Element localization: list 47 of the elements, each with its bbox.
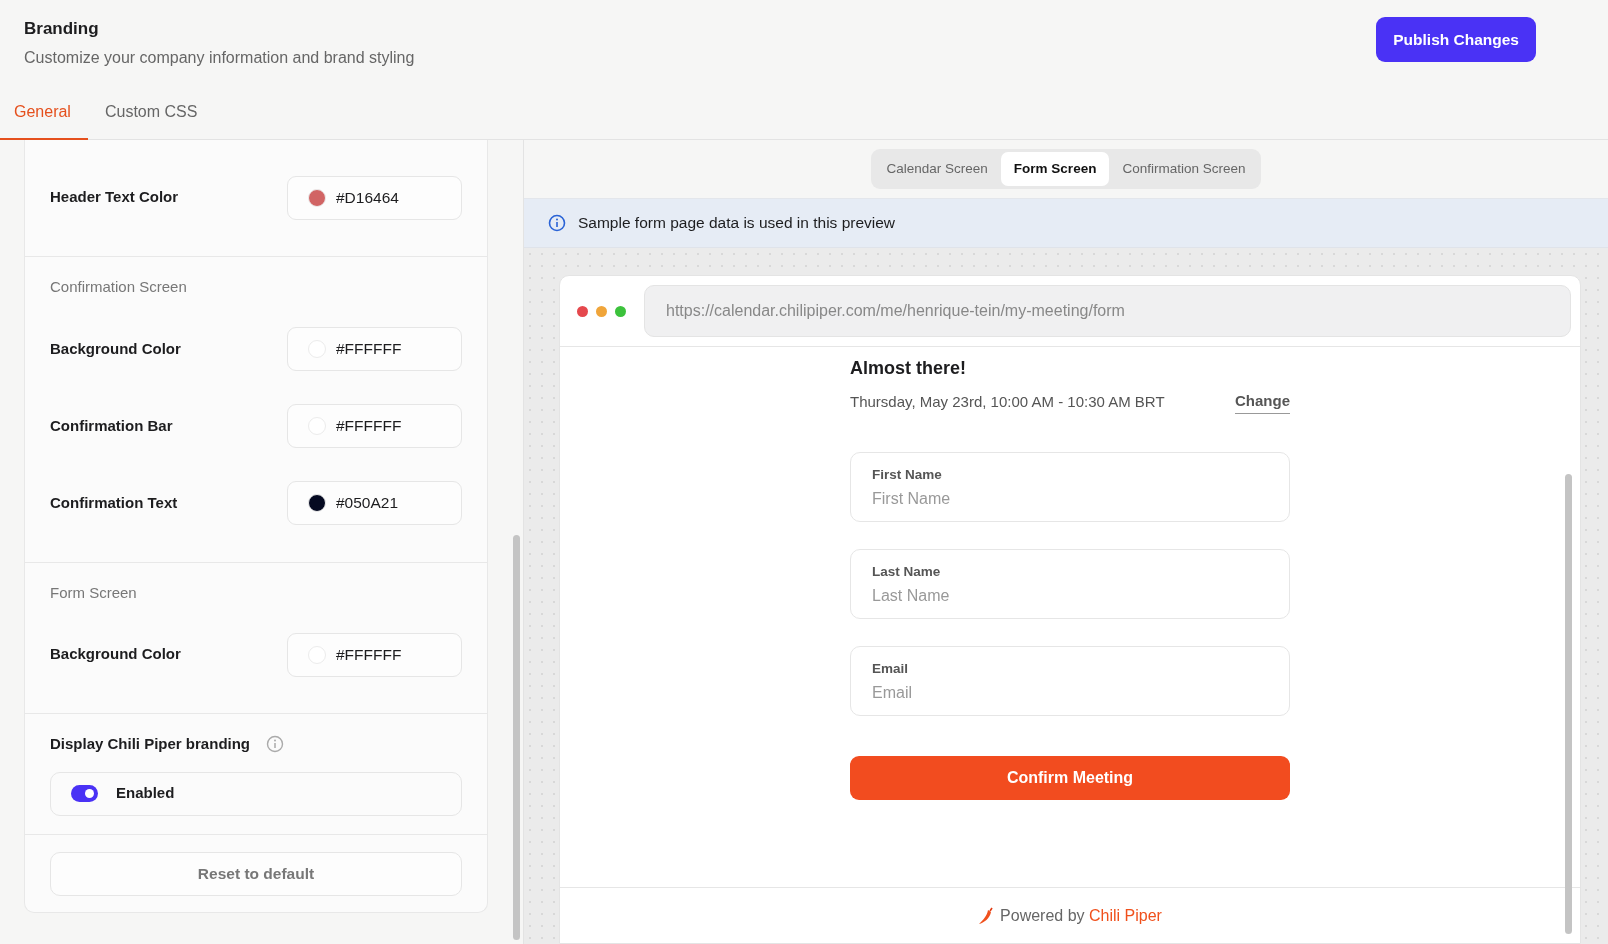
window-dot: [596, 305, 607, 317]
page-subtitle: Customize your company information and brand styling: [24, 47, 415, 68]
reset-button[interactable]: Reset to default: [50, 851, 462, 896]
setting-label: Background Color: [50, 644, 181, 665]
color-field[interactable]: #050A21: [287, 481, 462, 525]
setting-label: Header Text Color: [50, 187, 179, 208]
text-input[interactable]: Last Name: [872, 583, 1268, 608]
setting-label: Background Color: [50, 338, 181, 359]
change-link[interactable]: Change: [1235, 390, 1290, 414]
field-label: Last Name: [872, 562, 942, 581]
color-field[interactable]: #FFFFFF: [287, 327, 462, 371]
toggle-label: Enabled: [116, 783, 175, 804]
toggle-switch[interactable]: [71, 785, 98, 802]
page-title: Branding: [24, 18, 100, 40]
info-icon: [548, 214, 566, 232]
color-field[interactable]: #FFFFFF: [287, 404, 462, 448]
field-label: Email: [872, 659, 910, 678]
screen-tab[interactable]: Confirmation Screen: [1109, 151, 1259, 187]
setting-label: Confirmation Text: [50, 492, 178, 513]
text-field[interactable]: Email Email: [850, 645, 1290, 716]
scrollbar[interactable]: [1565, 474, 1572, 934]
setting-label: Confirmation Bar: [50, 415, 173, 436]
text-field[interactable]: First Name First Name: [850, 451, 1290, 522]
form-title: Almost there!: [850, 357, 967, 380]
powered-by-text: Powered by Chili Piper: [1000, 905, 1162, 926]
info-icon: [266, 735, 285, 754]
meeting-time: Thursday, May 23rd, 10:00 AM - 10:30 AM BRT: [850, 391, 1165, 412]
url-text: https://calendar.chilipiper.com/me/henrique-tein/my-meeting/form: [666, 301, 1125, 321]
pepper-icon: [978, 906, 995, 925]
screen-tab[interactable]: Form Screen: [1000, 151, 1110, 187]
confirm-button[interactable]: Confirm Meeting: [850, 755, 1290, 800]
text-input[interactable]: Email: [872, 680, 1268, 705]
section-heading: Confirmation Screen: [50, 277, 188, 297]
window-dot: [615, 305, 626, 317]
color-field[interactable]: #FFFFFF: [287, 632, 462, 677]
publish-button[interactable]: Publish Changes: [1376, 17, 1536, 63]
text-field[interactable]: Last Name Last Name: [850, 548, 1290, 619]
screen-tab[interactable]: Calendar Screen: [873, 151, 1001, 187]
text-input[interactable]: First Name: [872, 486, 1268, 511]
notice-text: Sample form page data is used in this preview: [578, 213, 896, 234]
scrollbar[interactable]: [513, 535, 520, 940]
window-dot: [577, 305, 588, 317]
setting-label: Display Chili Piper branding: [50, 734, 251, 754]
field-label: First Name: [872, 465, 943, 484]
tab[interactable]: Custom CSS: [87, 86, 215, 140]
color-field[interactable]: #D16464: [287, 175, 462, 220]
section-heading: Form Screen: [50, 582, 138, 603]
